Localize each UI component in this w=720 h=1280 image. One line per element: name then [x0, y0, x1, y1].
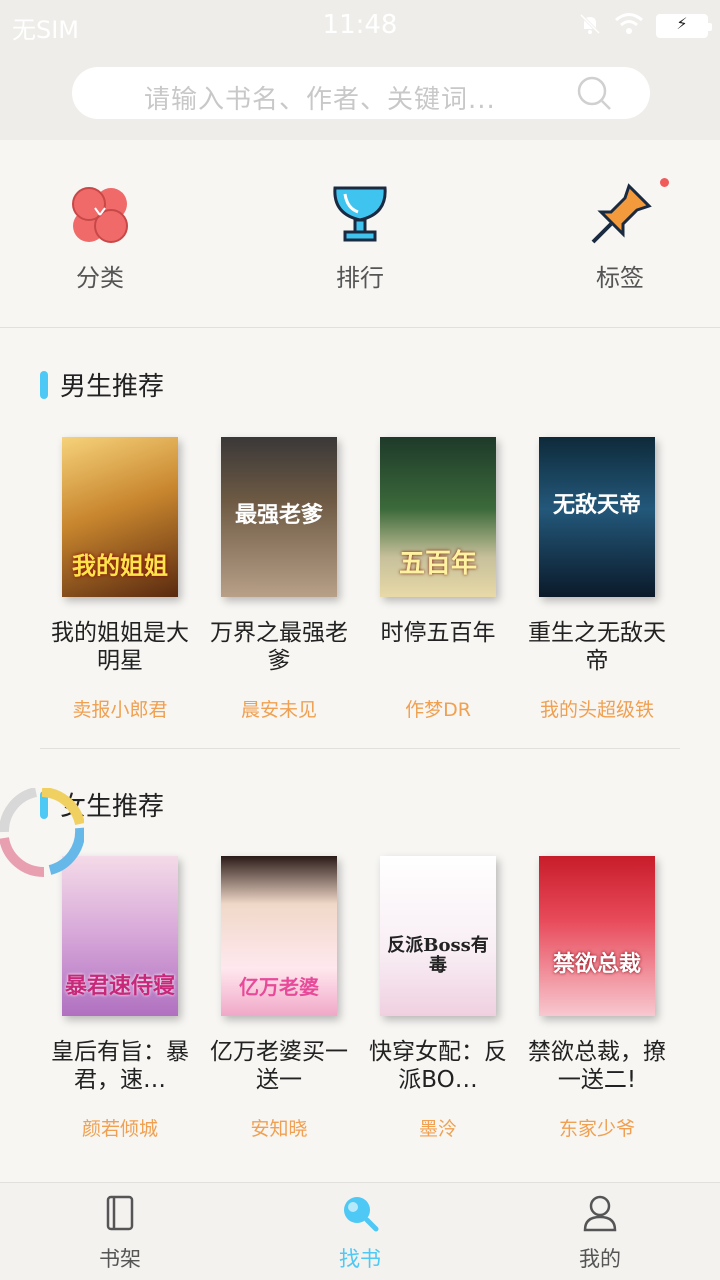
new-badge [660, 178, 669, 187]
book-title: 禁欲总裁，撩一送二! [528, 1039, 666, 1093]
book-cover: 暴君速侍寝 [62, 856, 178, 1016]
section-male-title: 男生推荐 [40, 366, 164, 403]
nav-ranking[interactable]: 排行 [290, 180, 430, 293]
section-divider [40, 748, 680, 749]
cover-title: 暴君速侍寝 [64, 972, 175, 999]
book-cover: 无敌天帝 [539, 437, 655, 597]
book-cover: 亿万老婆 [221, 856, 337, 1016]
nav-category[interactable]: 分类 [30, 180, 170, 293]
book-title: 我的姐姐是大明星 [51, 620, 189, 674]
tab-profile[interactable]: 我的 [540, 1193, 660, 1273]
cover-title: 反派Boss有毒 [387, 935, 489, 977]
book-author: 墨泠 [418, 1118, 457, 1140]
book-cover: 五百年 [380, 437, 496, 597]
nav-tags[interactable]: 标签 [550, 180, 690, 293]
tab-find-books[interactable]: 找书 [300, 1193, 420, 1273]
book-title: 时停五百年 [380, 620, 496, 646]
nav-category-label: 分类 [76, 264, 124, 292]
cover-title: 禁欲总裁 [552, 950, 641, 977]
search-icon[interactable] [576, 75, 612, 115]
profile-icon [580, 1193, 620, 1233]
book-author: 东家少爷 [558, 1118, 635, 1140]
floating-widget[interactable] [0, 787, 86, 878]
book-author: 卖报小郎君 [72, 699, 168, 721]
book-author: 安知晓 [250, 1118, 308, 1140]
tab-find-books-label: 找书 [339, 1247, 381, 1271]
book-author: 作梦DR [405, 699, 471, 721]
cover-title: 无敌天帝 [552, 491, 641, 518]
cover-title: 我的姐姐 [72, 550, 168, 580]
book-cover: 反派Boss有毒 [380, 856, 496, 1016]
cover-title: 亿万老婆 [239, 975, 319, 999]
tab-profile-label: 我的 [579, 1247, 621, 1271]
book-title: 万界之最强老爹 [210, 620, 348, 674]
book-card[interactable]: 最强老爹 万界之最强老爹 晨安未见 [199, 437, 359, 722]
nav-tags-label: 标签 [596, 264, 644, 292]
book-card[interactable]: 反派Boss有毒 快穿女配：反派BO… 墨泠 [358, 856, 518, 1141]
status-icons: ⚡ [578, 12, 712, 40]
book-card[interactable]: 亿万老婆 亿万老婆买一送一 安知晓 [199, 856, 359, 1141]
search-icon [340, 1193, 380, 1233]
book-cover: 最强老爹 [221, 437, 337, 597]
search-input[interactable]: 请输入书名、作者、关键词... [72, 67, 650, 119]
book-title: 快穿女配：反派BO… [369, 1039, 507, 1093]
book-author: 晨安未见 [240, 699, 317, 721]
cover-title: 最强老爹 [234, 501, 323, 528]
book-author: 我的头超级铁 [539, 699, 654, 721]
book-cover: 禁欲总裁 [539, 856, 655, 1016]
book-card[interactable]: 五百年 时停五百年 作梦DR [358, 437, 518, 722]
book-card[interactable]: 我的姐姐 我的姐姐是大明星 卖报小郎君 [40, 437, 200, 722]
bottom-tabbar: 书架 找书 我的 [0, 1182, 720, 1280]
quick-nav: 分类 排行 标签 [0, 140, 720, 328]
book-author: 颜若倾城 [81, 1118, 158, 1140]
wifi-icon [614, 12, 644, 40]
search-placeholder: 请输入书名、作者、关键词... [144, 85, 496, 115]
section-accent-bar [40, 370, 48, 399]
section-male-label: 男生推荐 [60, 372, 165, 402]
clover-icon [65, 180, 135, 250]
nav-ranking-label: 排行 [336, 264, 384, 292]
status-bar: 无SIM 11:48 ⚡ [0, 0, 720, 50]
trophy-icon [325, 180, 395, 250]
top-header: 无SIM 11:48 ⚡ 请输入书名、作者、关键词... [0, 0, 720, 140]
book-card[interactable]: 暴君速侍寝 皇后有旨：暴君，速… 颜若倾城 [40, 856, 200, 1141]
book-cover: 我的姐姐 [62, 437, 178, 597]
tab-bookshelf-label: 书架 [99, 1247, 141, 1271]
cover-title: 五百年 [398, 549, 477, 580]
book-title: 亿万老婆买一送一 [210, 1039, 348, 1093]
bookshelf-icon [100, 1193, 140, 1233]
tab-bookshelf[interactable]: 书架 [60, 1193, 180, 1273]
pin-icon [585, 180, 655, 250]
book-title: 重生之无敌天帝 [528, 620, 666, 674]
book-card[interactable]: 禁欲总裁 禁欲总裁，撩一送二! 东家少爷 [517, 856, 677, 1141]
book-title: 皇后有旨：暴君，速… [51, 1039, 189, 1093]
battery-icon: ⚡ [656, 14, 712, 38]
silent-bell-icon [578, 12, 602, 40]
book-card[interactable]: 无敌天帝 重生之无敌天帝 我的头超级铁 [517, 437, 677, 722]
